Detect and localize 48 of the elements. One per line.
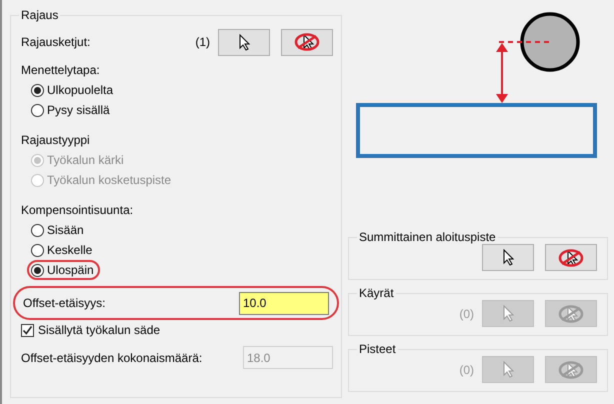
radio-button[interactable] — [31, 244, 44, 256]
offset-field[interactable]: 10.0 — [239, 292, 329, 314]
clear-button[interactable] — [281, 28, 333, 56]
field-label: Offset-etäisyyden kokonaismäärä: — [21, 350, 202, 364]
no-cursor-icon — [557, 304, 585, 324]
pick-button[interactable] — [482, 244, 534, 271]
radio-option[interactable]: Pysy sisällä — [27, 100, 116, 120]
field-label: Offset-etäisyys: — [23, 296, 106, 310]
radius-line — [499, 41, 550, 43]
tool-circle — [520, 12, 580, 72]
group-title: Summittainen aloituspiste — [358, 230, 497, 244]
radio-button[interactable] — [31, 224, 44, 236]
radio-label: Työkalun kärki — [47, 153, 124, 167]
section-label: Rajaustyyppi — [21, 133, 90, 147]
clear-button[interactable] — [545, 244, 597, 271]
pick-button[interactable] — [218, 28, 270, 56]
group-title: Pisteet — [358, 342, 397, 356]
radio-option[interactable]: Ulospäin — [27, 260, 100, 280]
count-label: (1) — [195, 35, 210, 49]
count-label: (0) — [459, 362, 474, 376]
cursor-icon — [502, 249, 514, 266]
radio-button[interactable] — [31, 84, 44, 96]
cursor-icon — [502, 361, 514, 378]
section-label: Kompensointisuunta: — [21, 203, 134, 217]
radio-label: Ulospäin — [47, 263, 94, 277]
no-cursor-icon — [557, 360, 585, 380]
offset-arrow — [496, 43, 508, 103]
radio-label: Ulkopuolelta — [47, 83, 114, 97]
radio-label: Pysy sisällä — [47, 103, 110, 117]
group-title: Rajaus — [20, 8, 60, 22]
cursor-icon — [502, 305, 514, 322]
field-label: Rajausketjut: — [21, 35, 90, 49]
checkbox-label: Sisällytä työkalun säde — [38, 323, 160, 337]
radio-button[interactable] — [31, 264, 44, 276]
count-label: (0) — [459, 306, 474, 320]
radio-label: Keskelle — [47, 243, 92, 257]
radio-option[interactable]: Ulkopuolelta — [27, 80, 120, 100]
group-title: Käyrät — [358, 286, 395, 300]
radio-label: Sisään — [47, 223, 84, 237]
radio-button[interactable] — [31, 104, 44, 116]
radio-option[interactable]: Sisään — [27, 220, 90, 240]
checkbox[interactable] — [21, 324, 34, 336]
no-cursor-icon — [557, 248, 585, 268]
no-cursor-icon — [293, 32, 321, 52]
radio-label: Työkalun kosketuspiste — [47, 173, 172, 187]
cursor-icon — [238, 34, 250, 50]
section-label: Menettelytapa: — [21, 63, 100, 77]
radio-option[interactable]: Keskelle — [27, 240, 98, 260]
